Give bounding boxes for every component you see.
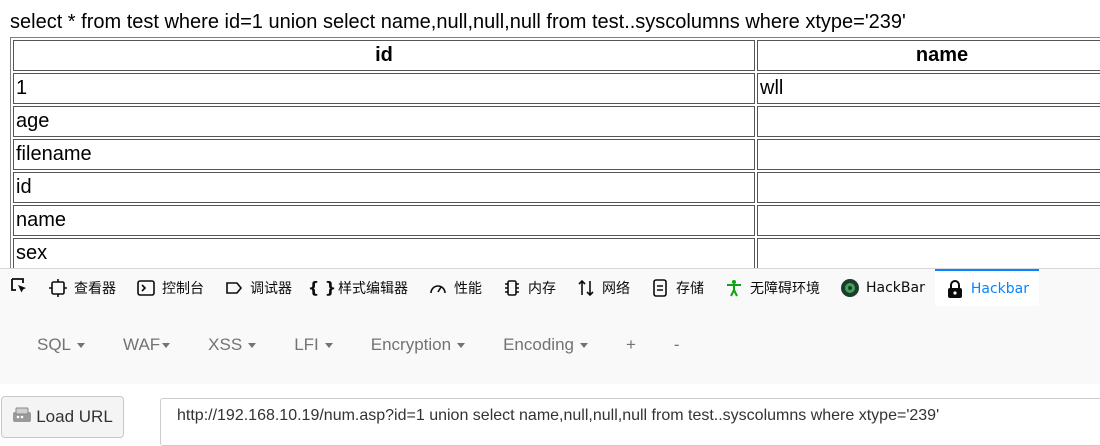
inspector-icon	[48, 278, 68, 298]
network-arrows-icon	[576, 278, 596, 298]
cell-name	[757, 106, 1100, 137]
chevron-down-icon	[579, 343, 588, 349]
chevron-down-icon	[77, 343, 86, 349]
tab-hackbar[interactable]: Hackbar	[934, 268, 1039, 307]
tab-inspector[interactable]: 查看器	[38, 269, 126, 307]
table-row: name	[13, 205, 1100, 236]
menu-label: WAF	[123, 335, 161, 354]
table-row: sex	[13, 238, 1100, 269]
chevron-down-icon	[324, 343, 333, 349]
lock-icon	[945, 279, 965, 299]
cell-id: 1	[13, 73, 755, 104]
url-input[interactable]: http://192.168.10.19/num.asp?id=1 union …	[160, 398, 1100, 446]
devtools-toolbar: 查看器 控制台 调试器 { } 样式编辑器 性能 内存 网络 存储 无障碍环境 …	[0, 268, 1100, 307]
tab-label: 调试器	[250, 280, 292, 297]
chevron-down-icon	[248, 343, 257, 349]
tab-label: 网络	[602, 280, 630, 297]
chevron-down-icon	[457, 343, 466, 349]
menu-waf[interactable]: WAF	[123, 335, 171, 355]
cell-id: id	[13, 172, 755, 203]
tab-label: 性能	[454, 280, 482, 297]
memory-chip-icon	[502, 278, 522, 298]
storage-icon	[650, 278, 670, 298]
load-url-icon	[12, 406, 32, 429]
cell-name	[757, 238, 1100, 269]
cell-name	[757, 139, 1100, 170]
table-row: id	[13, 172, 1100, 203]
cell-name	[757, 205, 1100, 236]
cell-id: name	[13, 205, 755, 236]
add-button[interactable]: +	[626, 335, 636, 355]
tab-network[interactable]: 网络	[566, 269, 640, 307]
element-picker-button[interactable]	[0, 269, 38, 307]
column-header-id: id	[13, 40, 755, 71]
tab-console[interactable]: 控制台	[126, 269, 214, 307]
tab-memory[interactable]: 内存	[492, 269, 566, 307]
tab-style-editor[interactable]: { } 样式编辑器	[302, 269, 418, 307]
url-row: Load URL http://192.168.10.19/num.asp?id…	[0, 384, 1100, 446]
sql-query-text: select * from test where id=1 union sele…	[10, 11, 906, 33]
cell-id: sex	[13, 238, 755, 269]
remove-button[interactable]: -	[674, 335, 680, 355]
tab-label: Hackbar	[970, 280, 1029, 297]
menu-encryption[interactable]: Encryption	[370, 335, 466, 355]
gauge-icon	[428, 278, 448, 298]
table-row: filename	[13, 139, 1100, 170]
menu-label: Encoding	[503, 335, 574, 354]
hackbar-menu-bar: SQL WAF XSS LFI Encryption Encoding + -	[0, 306, 1100, 384]
cell-name: wll	[757, 73, 1100, 104]
tab-label: 控制台	[162, 280, 204, 297]
tab-label: 无障碍环境	[750, 280, 820, 297]
tab-performance[interactable]: 性能	[418, 269, 492, 307]
load-url-button[interactable]: Load URL	[1, 396, 124, 438]
table-header-row: id name	[13, 40, 1100, 71]
menu-label: SQL	[37, 335, 72, 354]
table-row: age	[13, 106, 1100, 137]
tab-storage[interactable]: 存储	[640, 269, 714, 307]
column-header-name: name	[757, 40, 1100, 71]
console-icon	[136, 278, 156, 298]
menu-label: Encryption	[370, 335, 452, 354]
menu-label: LFI	[294, 335, 319, 354]
braces-icon: { }	[307, 278, 337, 297]
result-table: id name 1 wll age filename id name sex	[10, 37, 1100, 272]
tab-label: 样式编辑器	[338, 280, 408, 297]
cell-id: filename	[13, 139, 755, 170]
chevron-down-icon	[162, 343, 171, 349]
tab-label: 内存	[528, 280, 556, 297]
menu-encoding[interactable]: Encoding	[503, 335, 588, 355]
cell-name	[757, 172, 1100, 203]
menu-label: XSS	[208, 335, 243, 354]
accessibility-icon	[724, 278, 744, 298]
menu-sql[interactable]: SQL	[37, 335, 86, 355]
tab-label: 查看器	[74, 280, 116, 297]
debugger-icon	[224, 278, 244, 298]
menu-xss[interactable]: XSS	[208, 335, 257, 355]
load-url-label: Load URL	[36, 407, 113, 426]
cell-id: age	[13, 106, 755, 137]
table-row: 1 wll	[13, 73, 1100, 104]
tab-accessibility[interactable]: 无障碍环境	[714, 269, 830, 307]
tab-hackbar-legacy[interactable]: HackBar	[830, 269, 935, 307]
element-picker-icon	[9, 276, 29, 300]
hackbar-logo-icon	[840, 278, 860, 298]
tab-label: 存储	[676, 280, 704, 297]
menu-lfi[interactable]: LFI	[294, 335, 333, 355]
tab-debugger[interactable]: 调试器	[214, 269, 302, 307]
tab-label: HackBar	[866, 279, 925, 296]
